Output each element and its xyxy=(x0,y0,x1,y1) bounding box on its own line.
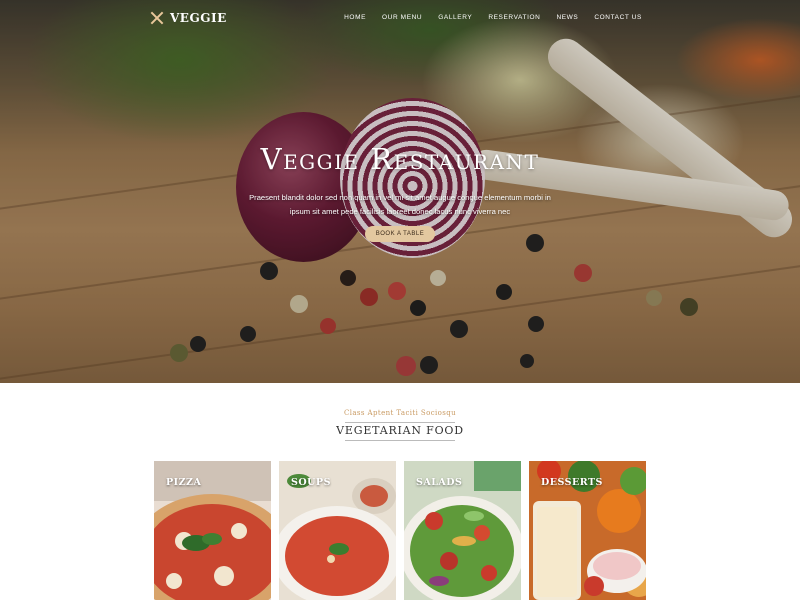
main-nav: HOME OUR MENU GALLERY RESERVATION NEWS C… xyxy=(336,14,650,21)
nav-item-reservation[interactable]: RESERVATION xyxy=(480,14,548,21)
hero-title: Veggie Restaurant xyxy=(260,142,540,176)
section-kicker: Class Aptent Taciti Sociosqu xyxy=(343,409,457,417)
card-label-soups: SOUPS xyxy=(291,477,331,488)
brand-logo[interactable]: VEGGIE xyxy=(150,11,227,25)
hero-banner: VEGGIE HOME OUR MENU GALLERY RESERVATION… xyxy=(0,0,800,383)
heading-rule-top xyxy=(345,422,455,423)
hero-subtitle: Praesent blandit dolor sed non quam in v… xyxy=(249,193,551,216)
card-label-desserts: DESSERTS xyxy=(541,477,603,488)
nav-item-our-menu[interactable]: OUR MENU xyxy=(374,14,430,21)
category-card-pizza[interactable]: PIZZA xyxy=(154,461,271,600)
section-title: VEGETARIAN FOOD xyxy=(336,424,464,437)
card-label-pizza: PIZZA xyxy=(166,477,202,488)
nav-item-gallery[interactable]: GALLERY xyxy=(430,14,480,21)
nav-item-home[interactable]: HOME xyxy=(336,14,374,21)
category-card-soups[interactable]: SOUPS xyxy=(279,461,396,600)
brand-name: VEGGIE xyxy=(170,11,227,25)
book-table-button[interactable]: BOOK A TABLE xyxy=(365,226,435,242)
crossed-utensils-icon xyxy=(150,11,164,25)
category-card-salads[interactable]: SALADS xyxy=(404,461,521,600)
heading-rule-bottom xyxy=(345,440,455,441)
card-label-salads: SALADS xyxy=(416,477,463,488)
nav-item-contact-us[interactable]: CONTACT US xyxy=(586,14,650,21)
nav-item-news[interactable]: NEWS xyxy=(548,14,586,21)
category-card-desserts[interactable]: DESSERTS xyxy=(529,461,646,600)
